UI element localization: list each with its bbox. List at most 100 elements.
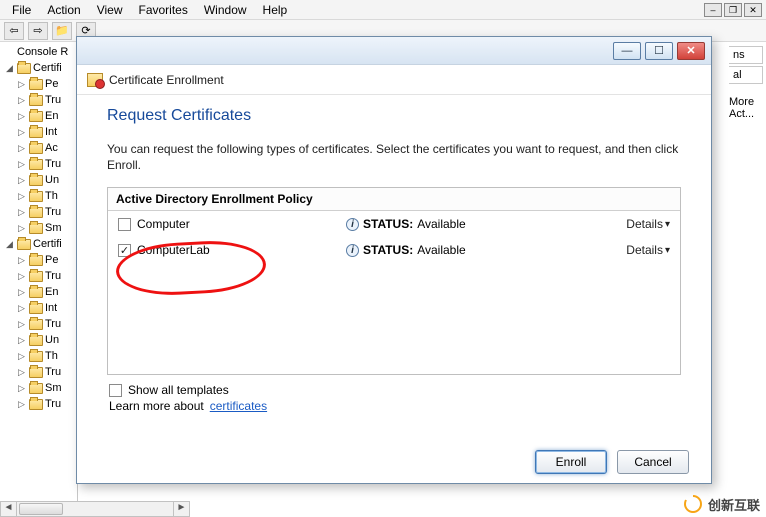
- tree-item-label: Tru: [45, 268, 61, 284]
- mmc-restore-icon[interactable]: ❐: [724, 3, 742, 17]
- expander-icon[interactable]: ▷: [18, 204, 27, 220]
- certificate-icon: [87, 73, 103, 87]
- tree-group-1[interactable]: ◢ Certifi: [4, 236, 77, 252]
- watermark-text: 创新互联: [708, 495, 760, 514]
- folder-icon: [29, 159, 43, 170]
- action-tab-1[interactable]: ns: [729, 46, 763, 64]
- folder-icon: [29, 367, 43, 378]
- menu-view[interactable]: View: [89, 3, 131, 17]
- action-tab-2[interactable]: al: [729, 66, 763, 84]
- tree-item[interactable]: ▷Int: [4, 300, 77, 316]
- scroll-thumb[interactable]: [19, 503, 63, 515]
- cert-name: Computer: [137, 217, 190, 231]
- dialog-minimize-icon[interactable]: —: [613, 42, 641, 60]
- folder-icon: [29, 143, 43, 154]
- scroll-right-icon[interactable]: ►: [173, 502, 189, 516]
- folder-icon: [29, 95, 43, 106]
- nav-back-icon[interactable]: ⇦: [4, 22, 24, 40]
- tree-item[interactable]: ▷ Pe: [4, 252, 77, 268]
- expander-icon[interactable]: ▷: [18, 76, 27, 92]
- expander-icon[interactable]: ▷: [18, 316, 27, 332]
- tree-item-label: Int: [45, 124, 57, 140]
- show-all-checkbox[interactable]: [109, 384, 122, 397]
- action-more[interactable]: More Act...: [729, 96, 763, 120]
- mmc-close-icon[interactable]: ✕: [744, 3, 762, 17]
- tree-item[interactable]: ▷Sm: [4, 380, 77, 396]
- tree-item-label: Pe: [45, 252, 58, 268]
- tree-item[interactable]: ▷Ac: [4, 140, 77, 156]
- folder-icon: [29, 287, 43, 298]
- tree-item[interactable]: ▷ Tru: [4, 268, 77, 284]
- expander-icon[interactable]: ▷: [18, 284, 27, 300]
- menu-bar: File Action View Favorites Window Help –…: [0, 0, 766, 20]
- checkbox-icon[interactable]: [118, 218, 131, 231]
- expander-icon[interactable]: ▷: [18, 300, 27, 316]
- dialog-maximize-icon[interactable]: ☐: [645, 42, 673, 60]
- tree-item[interactable]: ▷Th: [4, 348, 77, 364]
- mmc-minimize-icon[interactable]: –: [704, 3, 722, 17]
- expander-icon[interactable]: ▷: [18, 348, 27, 364]
- tree-item[interactable]: ▷ Tru: [4, 204, 77, 220]
- tree-item-label: En: [45, 108, 58, 124]
- certificates-link[interactable]: certificates: [210, 399, 267, 413]
- cert-row-computer[interactable]: Computer i STATUS: Available Details ▾: [108, 211, 680, 237]
- expander-icon[interactable]: ▷: [18, 188, 27, 204]
- tree-item-label: Tru: [45, 316, 61, 332]
- details-toggle[interactable]: Details ▾: [626, 217, 670, 231]
- dialog-close-icon[interactable]: ✕: [677, 42, 705, 60]
- expander-icon[interactable]: ▷: [18, 140, 27, 156]
- expander-icon[interactable]: ▷: [18, 268, 27, 284]
- tree-item[interactable]: ▷ Int: [4, 124, 77, 140]
- menu-favorites[interactable]: Favorites: [131, 3, 196, 17]
- dialog-titlebar[interactable]: — ☐ ✕: [77, 37, 711, 65]
- tree-item-label: Tru: [45, 204, 61, 220]
- tree-item[interactable]: ▷Pe: [4, 76, 77, 92]
- expander-icon[interactable]: ▷: [18, 172, 27, 188]
- nav-forward-icon[interactable]: ⇨: [28, 22, 48, 40]
- console-tree[interactable]: Console R ◢ Certifi ▷Pe▷Tru▷En▷Int▷Ac▷Tr…: [0, 42, 78, 501]
- menu-help[interactable]: Help: [255, 3, 296, 17]
- tree-item[interactable]: ▷Tru: [4, 156, 77, 172]
- enroll-button[interactable]: Enroll: [535, 450, 607, 474]
- status-label: STATUS:: [363, 243, 413, 257]
- expander-icon[interactable]: ▷: [18, 92, 27, 108]
- checkbox-checked-icon[interactable]: ✓: [118, 244, 131, 257]
- tree-item[interactable]: ▷Un: [4, 172, 77, 188]
- details-toggle[interactable]: Details ▾: [626, 243, 670, 257]
- chevron-down-icon: ▾: [665, 219, 670, 230]
- tree-item[interactable]: ▷Un: [4, 332, 77, 348]
- tree-root-item[interactable]: Console R: [4, 44, 77, 60]
- expander-icon[interactable]: ▷: [18, 108, 27, 124]
- tree-item[interactable]: ▷En: [4, 284, 77, 300]
- cancel-button[interactable]: Cancel: [617, 450, 689, 474]
- explore-icon[interactable]: 📁: [52, 22, 72, 40]
- cert-row-computerlab[interactable]: ✓ ComputerLab i STATUS: Available Detail…: [108, 237, 680, 263]
- tree-group-0[interactable]: ◢ Certifi: [4, 60, 77, 76]
- expander-icon[interactable]: ▷: [18, 252, 27, 268]
- tree-group-label: Certifi: [33, 236, 62, 252]
- expander-icon[interactable]: ▷: [18, 124, 27, 140]
- tree-item[interactable]: ▷ Tru: [4, 316, 77, 332]
- expander-icon[interactable]: ▷: [18, 220, 27, 236]
- expander-icon[interactable]: ▷: [18, 380, 27, 396]
- collapse-icon[interactable]: ◢: [6, 236, 15, 252]
- collapse-icon[interactable]: ◢: [6, 60, 15, 76]
- tree-item[interactable]: ▷ En: [4, 108, 77, 124]
- expander-icon[interactable]: ▷: [18, 156, 27, 172]
- expander-icon[interactable]: ▷: [18, 332, 27, 348]
- info-icon: i: [346, 244, 359, 257]
- tree-item[interactable]: ▷Th: [4, 188, 77, 204]
- menu-action[interactable]: Action: [39, 3, 88, 17]
- tree-item[interactable]: ▷Tru: [4, 92, 77, 108]
- expander-icon[interactable]: ▷: [18, 396, 27, 412]
- menu-window[interactable]: Window: [196, 3, 255, 17]
- tree-item-label: Tru: [45, 396, 61, 412]
- scroll-left-icon[interactable]: ◄: [1, 502, 17, 516]
- expander-icon[interactable]: ▷: [18, 364, 27, 380]
- tree-horizontal-scrollbar[interactable]: ◄ ►: [0, 501, 190, 517]
- dialog-header: Certificate Enrollment: [77, 65, 711, 95]
- tree-item[interactable]: ▷Sm: [4, 220, 77, 236]
- tree-item[interactable]: ▷ Tru: [4, 396, 77, 412]
- tree-item[interactable]: ▷Tru: [4, 364, 77, 380]
- menu-file[interactable]: File: [4, 3, 39, 17]
